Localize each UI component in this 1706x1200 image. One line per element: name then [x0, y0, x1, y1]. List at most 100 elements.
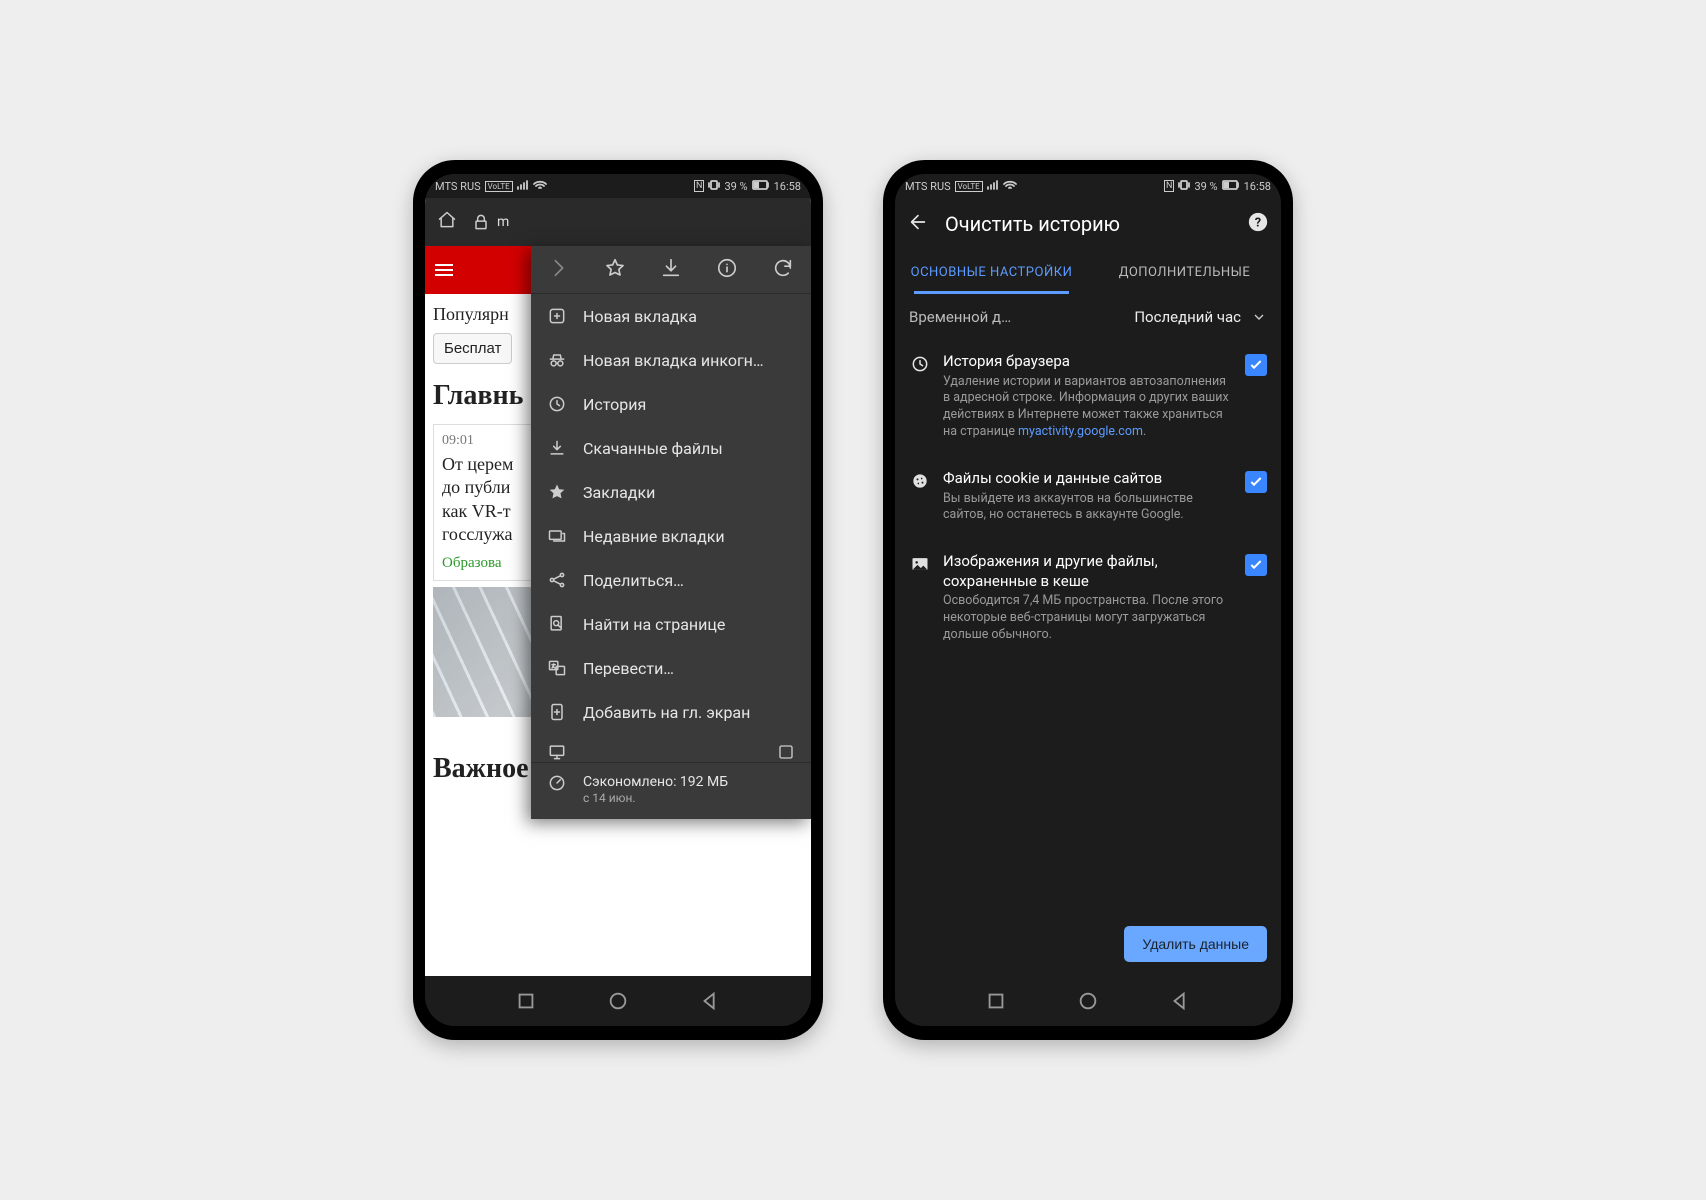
nfc-icon: N — [694, 180, 704, 192]
svg-text:?: ? — [1255, 216, 1261, 231]
menu-share[interactable]: Поделиться… — [531, 558, 811, 602]
vibrate-icon — [1178, 179, 1190, 194]
menu-add-home[interactable]: Добавить на гл. экран — [531, 690, 811, 734]
vibrate-icon — [708, 179, 720, 194]
gauge-icon — [547, 773, 567, 793]
option-title: Файлы cookie и данные сайтов — [943, 469, 1233, 489]
home-icon[interactable] — [437, 210, 457, 234]
volte-icon: VoLTE — [485, 181, 513, 192]
system-nav — [425, 976, 811, 1026]
tab-basic[interactable]: ОСНОВНЫЕ НАСТРОЙКИ — [895, 250, 1088, 294]
carrier-label: MTS RUS — [435, 180, 481, 193]
option-cached-images[interactable]: Изображения и другие файлы, сохраненные … — [905, 538, 1271, 658]
option-browsing-history[interactable]: История браузера Удаление истории и вари… — [905, 338, 1271, 455]
time-range-dropdown[interactable]: Последний час — [1134, 308, 1267, 326]
nav-home[interactable] — [1077, 990, 1099, 1012]
signal-icon — [987, 180, 999, 193]
checkbox-checked[interactable] — [1245, 471, 1267, 493]
signal-icon — [517, 180, 529, 193]
phone-right: MTS RUS VoLTE N 39 % 16:58 Очистить исто… — [883, 160, 1293, 1040]
status-time: 16:58 — [1244, 180, 1271, 193]
option-desc: Освободится 7,4 МБ пространства. После э… — [943, 593, 1233, 644]
clear-data-button[interactable]: Удалить данные — [1124, 926, 1267, 962]
menu-downloads[interactable]: Скачанные файлы — [531, 426, 811, 470]
time-range-row: Временной д… Последний час — [895, 294, 1281, 332]
menu-translate[interactable]: Перевести… — [531, 646, 811, 690]
wifi-icon — [533, 180, 547, 193]
image-icon — [909, 552, 931, 574]
menu-label: Новая вкладка инкогн… — [583, 351, 764, 370]
battery-percent: 39 % — [1194, 180, 1217, 193]
menu-incognito[interactable]: Новая вкладка инкогн… — [531, 338, 811, 382]
savings-text: Сэкономлено: 192 МБ — [583, 773, 728, 791]
url-text: m — [497, 214, 509, 230]
nfc-icon: N — [1164, 180, 1174, 192]
checkbox-checked[interactable] — [1245, 354, 1267, 376]
download-icon[interactable] — [660, 257, 682, 283]
overflow-menu: Новая вкладка Новая вкладка инкогн… Исто… — [531, 246, 811, 819]
battery-percent: 39 % — [724, 180, 747, 193]
carrier-label: MTS RUS — [905, 180, 951, 193]
savings-sub: с 14 июн. — [583, 791, 728, 807]
nav-back[interactable] — [1169, 990, 1191, 1012]
menu-label: Новая вкладка — [583, 307, 697, 326]
checkbox-empty-icon — [777, 743, 795, 761]
history-icon — [909, 352, 931, 374]
lock-icon — [471, 212, 491, 232]
app-bar: Очистить историю ? — [895, 198, 1281, 250]
chevron-down-icon — [1251, 309, 1267, 325]
tab-advanced[interactable]: ДОПОЛНИТЕЛЬНЫЕ — [1088, 250, 1281, 294]
option-desc: Удаление истории и вариантов автозаполне… — [943, 374, 1233, 442]
option-desc: Вы выйдете из аккаунтов на большинстве с… — [943, 491, 1233, 525]
menu-find-in-page[interactable]: Найти на странице — [531, 602, 811, 646]
star-icon[interactable] — [604, 257, 626, 283]
omnibox[interactable]: m — [425, 198, 811, 246]
checkbox-checked[interactable] — [1245, 554, 1267, 576]
option-title: Изображения и другие файлы, сохраненные … — [943, 552, 1233, 591]
volte-icon: VoLTE — [955, 181, 983, 192]
nav-back[interactable] — [699, 990, 721, 1012]
menu-data-savings[interactable]: Сэкономлено: 192 МБ с 14 июн. — [531, 762, 811, 819]
menu-label: Найти на странице — [583, 615, 725, 634]
menu-desktop-site-partial[interactable] — [531, 734, 811, 762]
page-title: Очистить историю — [945, 212, 1231, 236]
forward-icon[interactable] — [548, 257, 570, 283]
option-cookies[interactable]: Файлы cookie и данные сайтов Вы выйдете … — [905, 455, 1271, 538]
phone-left: MTS RUS VoLTE N 39 % 16:58 — [413, 160, 823, 1040]
help-icon[interactable]: ? — [1247, 211, 1269, 237]
status-time: 16:58 — [774, 180, 801, 193]
menu-bookmarks[interactable]: Закладки — [531, 470, 811, 514]
tag-chip[interactable]: Бесплат — [433, 333, 512, 364]
menu-label: Недавние вкладки — [583, 527, 725, 546]
option-title: История браузера — [943, 352, 1233, 372]
status-bar: MTS RUS VoLTE N 39 % 16:58 — [895, 174, 1281, 198]
time-range-label: Временной д… — [909, 308, 1011, 326]
status-bar: MTS RUS VoLTE N 39 % 16:58 — [425, 174, 811, 198]
system-nav — [895, 976, 1281, 1026]
tab-label: ДОПОЛНИТЕЛЬНЫЕ — [1119, 265, 1251, 280]
myactivity-link[interactable]: myactivity.google.com — [1018, 424, 1143, 439]
cookie-icon — [909, 469, 931, 491]
menu-label: Поделиться… — [583, 571, 684, 590]
menu-history[interactable]: История — [531, 382, 811, 426]
menu-label: Перевести… — [583, 659, 674, 678]
menu-label: История — [583, 395, 646, 414]
hamburger-icon[interactable] — [435, 264, 453, 276]
info-icon[interactable] — [716, 257, 738, 283]
tabs: ОСНОВНЫЕ НАСТРОЙКИ ДОПОЛНИТЕЛЬНЫЕ — [895, 250, 1281, 294]
menu-label: Скачанные файлы — [583, 439, 723, 458]
menu-label: Добавить на гл. экран — [583, 703, 750, 722]
wifi-icon — [1003, 180, 1017, 193]
menu-recent-tabs[interactable]: Недавние вкладки — [531, 514, 811, 558]
battery-icon — [1222, 180, 1240, 193]
menu-label: Закладки — [583, 483, 655, 502]
reload-icon[interactable] — [772, 257, 794, 283]
menu-new-tab[interactable]: Новая вкладка — [531, 294, 811, 338]
tab-label: ОСНОВНЫЕ НАСТРОЙКИ — [911, 265, 1073, 280]
battery-icon — [752, 180, 770, 193]
nav-recent[interactable] — [515, 990, 537, 1012]
nav-recent[interactable] — [985, 990, 1007, 1012]
dropdown-value: Последний час — [1134, 308, 1241, 326]
nav-home[interactable] — [607, 990, 629, 1012]
back-icon[interactable] — [907, 211, 929, 237]
